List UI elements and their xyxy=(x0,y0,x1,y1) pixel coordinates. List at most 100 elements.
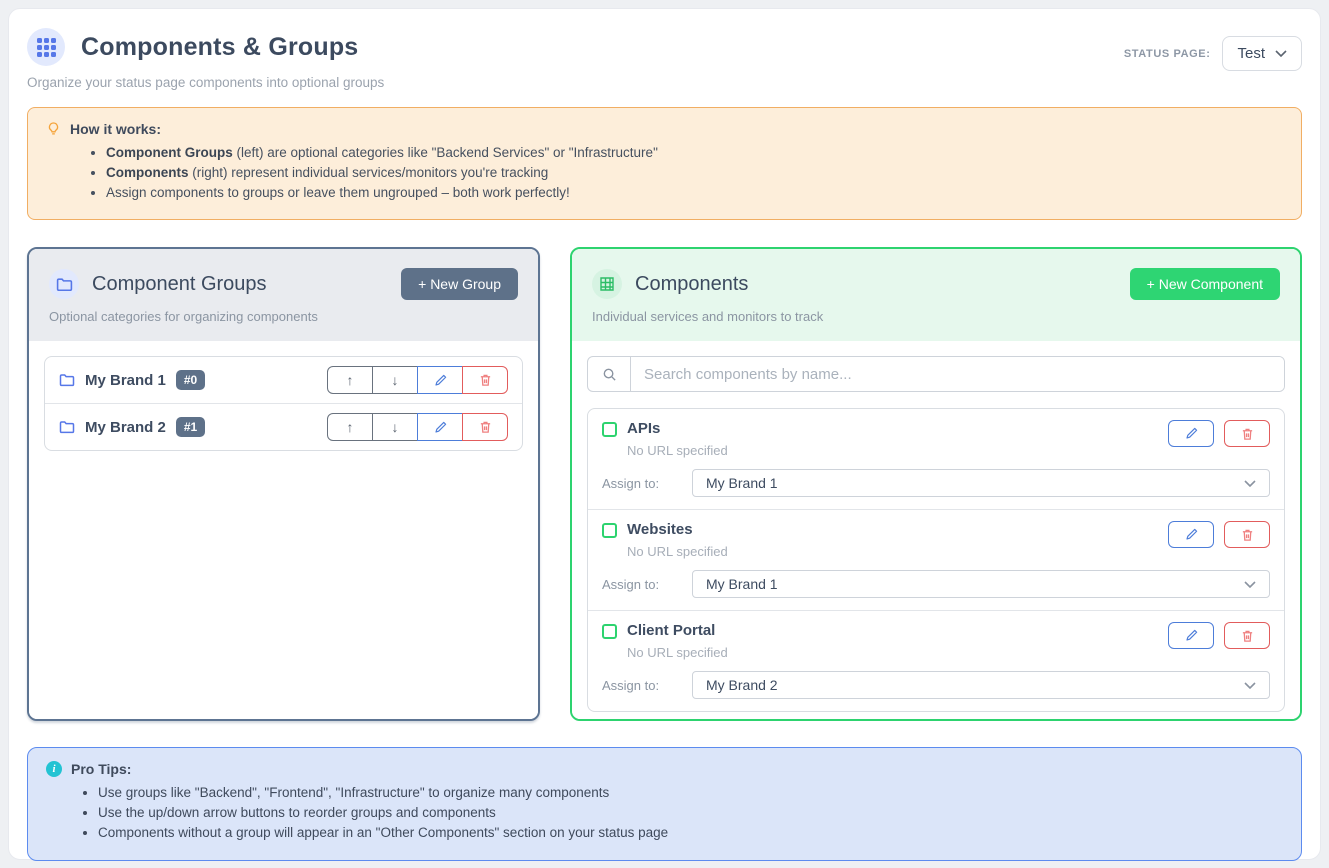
group-row: My Brand 1 #0 ↑ ↓ xyxy=(45,357,522,403)
pro-tips-item: Use the up/down arrow buttons to reorder… xyxy=(98,805,1283,820)
edit-component-button[interactable] xyxy=(1168,622,1214,649)
page-header: Components & Groups Organize your status… xyxy=(27,28,1302,90)
groups-panel-title: Component Groups xyxy=(92,273,267,296)
new-component-button[interactable]: + New Component xyxy=(1130,268,1280,300)
components-grid-icon xyxy=(27,28,65,66)
chevron-down-icon xyxy=(1244,581,1256,588)
pencil-icon xyxy=(434,374,447,387)
how-it-works-box: How it works: Component Groups (left) ar… xyxy=(27,107,1302,220)
assign-to-label: Assign to: xyxy=(602,476,692,491)
panels-row: Component Groups + New Group Optional ca… xyxy=(27,247,1302,721)
how-it-works-item: Components (right) represent individual … xyxy=(106,165,1283,180)
edit-group-button[interactable] xyxy=(417,413,463,441)
groups-panel-header: Component Groups + New Group Optional ca… xyxy=(29,249,538,341)
chevron-down-icon xyxy=(1275,50,1287,57)
edit-component-button[interactable] xyxy=(1168,420,1214,447)
pro-tips-item: Components without a group will appear i… xyxy=(98,825,1283,840)
assign-to-label: Assign to: xyxy=(602,678,692,693)
folder-icon xyxy=(49,269,79,299)
assigned-group-value: My Brand 1 xyxy=(706,475,778,491)
trash-icon xyxy=(1241,528,1254,542)
trash-icon xyxy=(1241,629,1254,643)
pencil-icon xyxy=(1185,427,1198,440)
edit-group-button[interactable] xyxy=(417,366,463,394)
status-page-area: STATUS PAGE: Test xyxy=(1124,36,1302,71)
component-name: Client Portal xyxy=(627,622,728,639)
pencil-icon xyxy=(434,421,447,434)
component-url-status: No URL specified xyxy=(627,443,728,458)
move-down-button[interactable]: ↓ xyxy=(372,413,418,441)
move-up-button[interactable]: ↑ xyxy=(327,366,373,394)
how-it-works-title: How it works: xyxy=(70,121,161,137)
chevron-down-icon xyxy=(1244,480,1256,487)
groups-panel-subtitle: Optional categories for organizing compo… xyxy=(49,309,518,324)
component-name: APIs xyxy=(627,420,728,437)
groups-panel-body: My Brand 1 #0 ↑ ↓ xyxy=(29,341,538,719)
component-groups-panel: Component Groups + New Group Optional ca… xyxy=(27,247,540,721)
folder-icon xyxy=(59,373,75,387)
pro-tips-item: Use groups like "Backend", "Frontend", "… xyxy=(98,785,1283,800)
pencil-icon xyxy=(1185,528,1198,541)
assigned-group-value: My Brand 2 xyxy=(706,677,778,693)
move-up-button[interactable]: ↑ xyxy=(327,413,373,441)
page-title: Components & Groups xyxy=(81,33,358,62)
component-row: APIs No URL specified xyxy=(588,409,1284,509)
component-name: Websites xyxy=(627,521,728,538)
components-panel-title: Components xyxy=(635,273,748,296)
trash-icon xyxy=(479,373,492,387)
group-actions: ↑ ↓ xyxy=(327,413,508,441)
assign-to-label: Assign to: xyxy=(602,577,692,592)
bullet-bold: Components xyxy=(106,165,189,180)
pro-tips-title-row: i Pro Tips: xyxy=(46,761,1283,777)
status-page-label: STATUS PAGE: xyxy=(1124,48,1211,60)
component-actions xyxy=(1168,521,1270,548)
assign-group-select[interactable]: My Brand 2 xyxy=(692,671,1270,699)
table-grid-icon xyxy=(592,269,622,299)
delete-component-button[interactable] xyxy=(1224,521,1270,548)
pro-tips-list: Use groups like "Backend", "Frontend", "… xyxy=(46,785,1283,840)
page-card: Components & Groups Organize your status… xyxy=(8,8,1321,860)
component-actions xyxy=(1168,420,1270,447)
component-actions xyxy=(1168,622,1270,649)
status-page-value: Test xyxy=(1237,45,1265,62)
edit-component-button[interactable] xyxy=(1168,521,1214,548)
assign-group-select[interactable]: My Brand 1 xyxy=(692,570,1270,598)
component-checkbox[interactable] xyxy=(602,624,617,639)
how-it-works-item: Component Groups (left) are optional cat… xyxy=(106,145,1283,160)
delete-group-button[interactable] xyxy=(462,366,508,394)
chevron-down-icon xyxy=(1244,682,1256,689)
assign-group-select[interactable]: My Brand 1 xyxy=(692,469,1270,497)
group-row: My Brand 2 #1 ↑ ↓ xyxy=(45,403,522,450)
pencil-icon xyxy=(1185,629,1198,642)
bullet-rest: (left) are optional categories like "Bac… xyxy=(233,145,658,160)
group-name: My Brand 1 xyxy=(85,372,166,389)
delete-group-button[interactable] xyxy=(462,413,508,441)
trash-icon xyxy=(479,420,492,434)
move-down-button[interactable]: ↓ xyxy=(372,366,418,394)
components-panel-body: APIs No URL specified xyxy=(572,341,1300,721)
new-group-button[interactable]: + New Group xyxy=(401,268,518,300)
bullet-bold: Component Groups xyxy=(106,145,233,160)
lightbulb-icon xyxy=(46,121,61,137)
components-panel: Components + New Component Individual se… xyxy=(570,247,1302,721)
info-icon: i xyxy=(46,761,62,777)
group-name: My Brand 2 xyxy=(85,419,166,436)
search-icon xyxy=(588,357,631,391)
status-page-select[interactable]: Test xyxy=(1222,36,1302,71)
order-badge: #1 xyxy=(176,417,205,437)
delete-component-button[interactable] xyxy=(1224,420,1270,447)
component-checkbox[interactable] xyxy=(602,523,617,538)
group-list: My Brand 1 #0 ↑ ↓ xyxy=(44,356,523,451)
grid-glyph xyxy=(37,38,56,57)
header-left: Components & Groups Organize your status… xyxy=(27,28,384,90)
order-badge: #0 xyxy=(176,370,205,390)
search-components-input[interactable] xyxy=(631,357,1284,391)
pro-tips-title: Pro Tips: xyxy=(71,761,131,777)
delete-component-button[interactable] xyxy=(1224,622,1270,649)
bullet-rest: (right) represent individual services/mo… xyxy=(189,165,549,180)
assigned-group-value: My Brand 1 xyxy=(706,576,778,592)
component-row: Client Portal No URL specified xyxy=(588,610,1284,711)
component-checkbox[interactable] xyxy=(602,422,617,437)
how-it-works-list: Component Groups (left) are optional cat… xyxy=(46,145,1283,200)
bullet-rest: Assign components to groups or leave the… xyxy=(106,185,570,200)
